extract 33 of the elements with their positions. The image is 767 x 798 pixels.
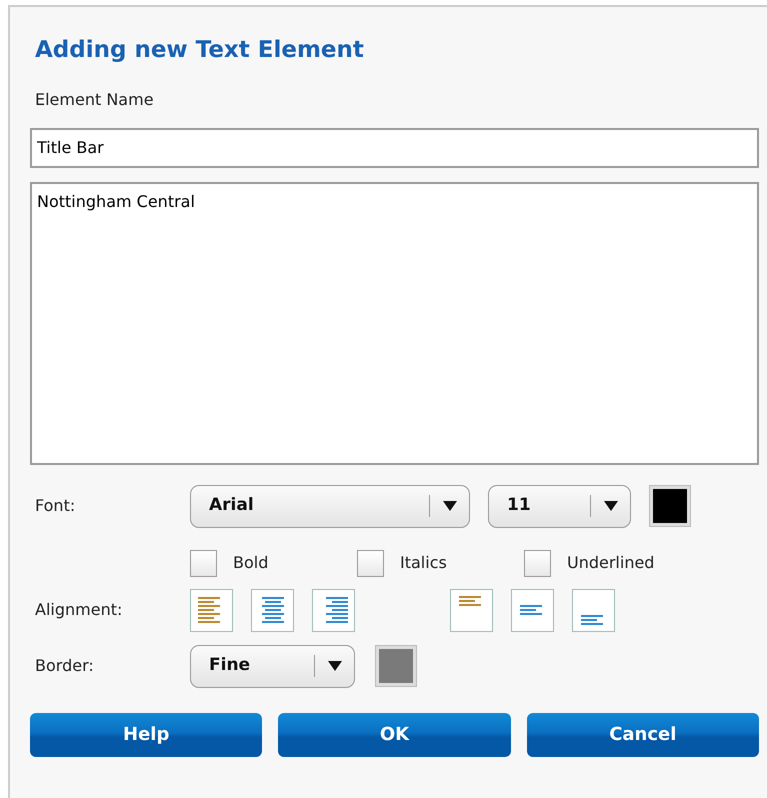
text-area[interactable]: Nottingham Central [30, 182, 759, 464]
align-middle-icon [520, 605, 542, 615]
align-top-icon [459, 596, 481, 606]
field-label: Border: [35, 656, 94, 675]
field-label: Font: [35, 496, 76, 515]
align-button[interactable] [450, 588, 493, 632]
checkbox[interactable] [190, 550, 217, 576]
color-picker[interactable] [649, 485, 691, 527]
checkbox[interactable] [357, 550, 384, 576]
dialog-button[interactable]: Cancel [526, 712, 759, 756]
align-button[interactable] [572, 588, 615, 632]
size-dropdown[interactable]: 11 [488, 484, 631, 528]
checkbox-label: Italics [400, 552, 447, 574]
caret-icon [604, 501, 618, 511]
checkbox[interactable] [524, 550, 551, 576]
name-field[interactable]: Title Bar [30, 128, 759, 168]
dialog-button[interactable]: Help [30, 712, 262, 756]
checkbox-label: Underlined [567, 552, 654, 574]
caret-icon [328, 661, 342, 671]
ok-button[interactable]: OK [278, 712, 511, 756]
checkbox-label: Bold [233, 552, 268, 574]
align-button[interactable] [190, 588, 233, 632]
caret-icon [442, 501, 456, 511]
field-label: Element Name [35, 88, 155, 110]
align-bottom-icon [581, 614, 603, 624]
border-dropdown[interactable]: Fine [190, 644, 355, 688]
color-picker[interactable] [375, 645, 417, 687]
align-button[interactable] [251, 588, 294, 632]
align-button[interactable] [511, 588, 554, 632]
font-dropdown[interactable]: Arial [190, 484, 470, 528]
field-label: Alignment: [35, 600, 122, 619]
align-button[interactable] [312, 588, 355, 632]
dialog-title: Adding new Text Element [35, 36, 365, 65]
